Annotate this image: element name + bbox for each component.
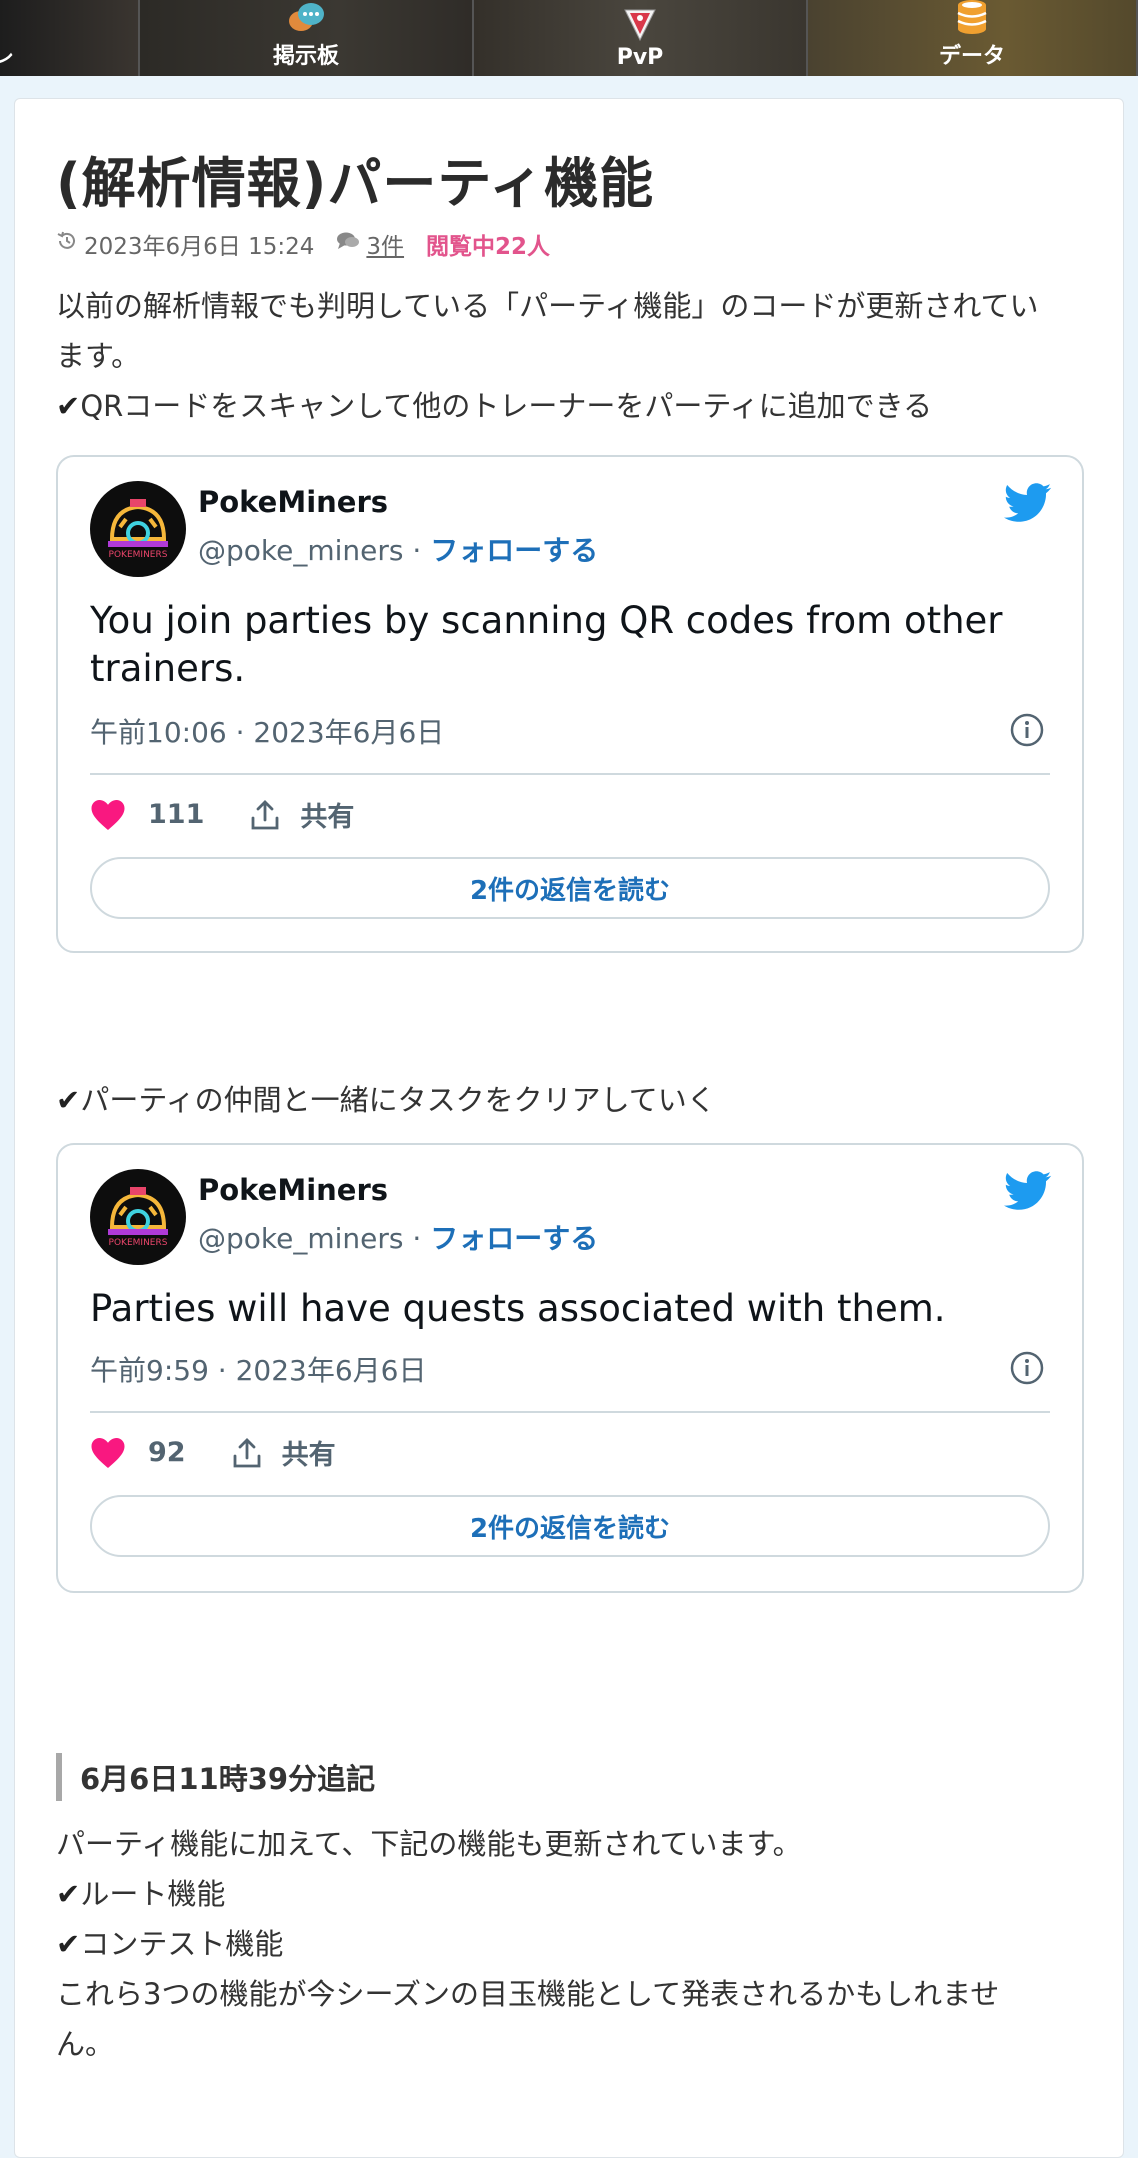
tweet-author-name[interactable]: PokeMiners bbox=[198, 485, 388, 519]
tweet-timestamp[interactable]: 午前9:59 · 2023年6月6日 bbox=[90, 1349, 426, 1389]
avatar[interactable]: POKEMINERS bbox=[90, 481, 186, 577]
heart-icon[interactable] bbox=[90, 1436, 126, 1470]
follow-button[interactable]: フォローする bbox=[430, 534, 598, 567]
like-count[interactable]: 111 bbox=[148, 799, 204, 830]
tweet-author-name[interactable]: PokeMiners bbox=[198, 1173, 388, 1207]
twitter-bird-icon[interactable] bbox=[1003, 1171, 1052, 1211]
viewing-count: 閲覧中22人 bbox=[426, 234, 551, 260]
heart-icon[interactable] bbox=[90, 798, 126, 832]
addendum-heading: 6月6日11時39分追記 bbox=[56, 1753, 375, 1801]
like-count[interactable]: 92 bbox=[148, 1437, 186, 1468]
share-label[interactable]: 共有 bbox=[282, 1433, 336, 1472]
share-icon[interactable] bbox=[248, 798, 282, 832]
tweet-handle[interactable]: @poke_miners bbox=[198, 534, 403, 567]
tweet-actions: 111 共有 bbox=[90, 795, 354, 834]
nav-item-partial[interactable]: レ bbox=[0, 0, 140, 76]
nav-label-pvp: PvP bbox=[616, 45, 664, 70]
intro-paragraph: 以前の解析情報でも判明している「パーティ機能」のコードが更新されてい ます。 ✔… bbox=[56, 281, 1096, 431]
tweet-timestamp[interactable]: 午前10:06 · 2023年6月6日 bbox=[90, 711, 444, 751]
avatar-label: POKEMINERS bbox=[109, 1238, 168, 1248]
article-meta: 2023年6月6日 15:24 3件 閲覧中22人 bbox=[56, 227, 550, 261]
check-item-1: ✔QRコードをスキャンして他のトレーナーをパーティに追加できる bbox=[56, 389, 933, 423]
database-icon bbox=[953, 0, 991, 36]
tweet-handle[interactable]: @poke_miners bbox=[198, 1222, 403, 1255]
share-icon[interactable] bbox=[230, 1436, 264, 1470]
check-item-2: ✔パーティの仲間と一緒にタスクをクリアしていく bbox=[56, 1083, 716, 1117]
avatar-label: POKEMINERS bbox=[109, 550, 168, 560]
tweet-handle-row: @poke_miners · フォローする bbox=[198, 1222, 599, 1255]
addendum-check-2: ✔コンテスト機能 bbox=[56, 1927, 284, 1961]
read-replies-button[interactable]: 2件の返信を読む bbox=[90, 1495, 1050, 1557]
share-label[interactable]: 共有 bbox=[300, 795, 354, 834]
check-mark-icon: ✔ bbox=[56, 1927, 81, 1961]
tweet-text: You join parties by scanning QR codes fr… bbox=[90, 599, 1003, 690]
tweet-embed[interactable]: POKEMINERS PokeMiners @poke_miners · フォロ… bbox=[56, 1143, 1084, 1593]
tweet-divider bbox=[90, 773, 1050, 775]
follow-button[interactable]: フォローする bbox=[430, 1222, 598, 1255]
pvp-shield-icon bbox=[621, 5, 659, 43]
tweet-handle-row: @poke_miners · フォローする bbox=[198, 534, 599, 567]
nav-label-partial: レ bbox=[0, 38, 14, 70]
tweet-divider bbox=[90, 1411, 1050, 1413]
check-mark-icon: ✔ bbox=[56, 1083, 81, 1117]
addendum-line-1: パーティ機能に加えて、下記の機能も更新されています。 bbox=[56, 1827, 802, 1861]
nav-item-data[interactable]: データ bbox=[808, 0, 1138, 76]
tweet-embed[interactable]: POKEMINERS PokeMiners @poke_miners · フォロ… bbox=[56, 455, 1084, 953]
info-icon[interactable] bbox=[1010, 713, 1044, 747]
check-mark-icon: ✔ bbox=[56, 1877, 81, 1911]
avatar[interactable]: POKEMINERS bbox=[90, 1169, 186, 1265]
comments-link[interactable]: 3件 bbox=[366, 227, 404, 261]
addendum-check-1: ✔ルート機能 bbox=[56, 1877, 226, 1911]
read-replies-button[interactable]: 2件の返信を読む bbox=[90, 857, 1050, 919]
addendum-line-3: ん。 bbox=[56, 2027, 115, 2061]
intro-line-2: ます。 bbox=[56, 339, 141, 373]
nav-item-board[interactable]: 掲示板 bbox=[140, 0, 474, 76]
addendum-line-2: これら3つの機能が今シーズンの目玉機能として発表されるかもしれませ bbox=[56, 1977, 1000, 2011]
intro-line-1: 以前の解析情報でも判明している「パーティ機能」のコードが更新されてい bbox=[56, 289, 1039, 323]
check-mark-icon: ✔ bbox=[56, 389, 81, 423]
tweet-text: Parties will have quests associated with… bbox=[90, 1287, 946, 1330]
nav-label-board: 掲示板 bbox=[272, 44, 339, 69]
comment-icon bbox=[336, 231, 360, 257]
history-clock-icon bbox=[56, 230, 78, 258]
article-card: (解析情報)パーティ機能 2023年6月6日 15:24 3件 閲覧中22人 以… bbox=[14, 98, 1124, 2158]
chat-bubbles-icon bbox=[287, 0, 325, 36]
info-icon[interactable] bbox=[1010, 1351, 1044, 1385]
addendum-paragraph: パーティ機能に加えて、下記の機能も更新されています。 ✔ルート機能 ✔コンテスト… bbox=[56, 1819, 1096, 2069]
page-title: (解析情報)パーティ機能 bbox=[56, 152, 655, 215]
article-date: 2023年6月6日 15:24 bbox=[84, 234, 315, 260]
twitter-bird-icon[interactable] bbox=[1003, 483, 1052, 523]
nav-label-data: データ bbox=[938, 44, 1005, 69]
nav-item-pvp[interactable]: PvP bbox=[474, 0, 808, 76]
tweet-actions: 92 共有 bbox=[90, 1433, 336, 1472]
top-nav: レ 掲示板 PvP bbox=[0, 0, 1138, 76]
